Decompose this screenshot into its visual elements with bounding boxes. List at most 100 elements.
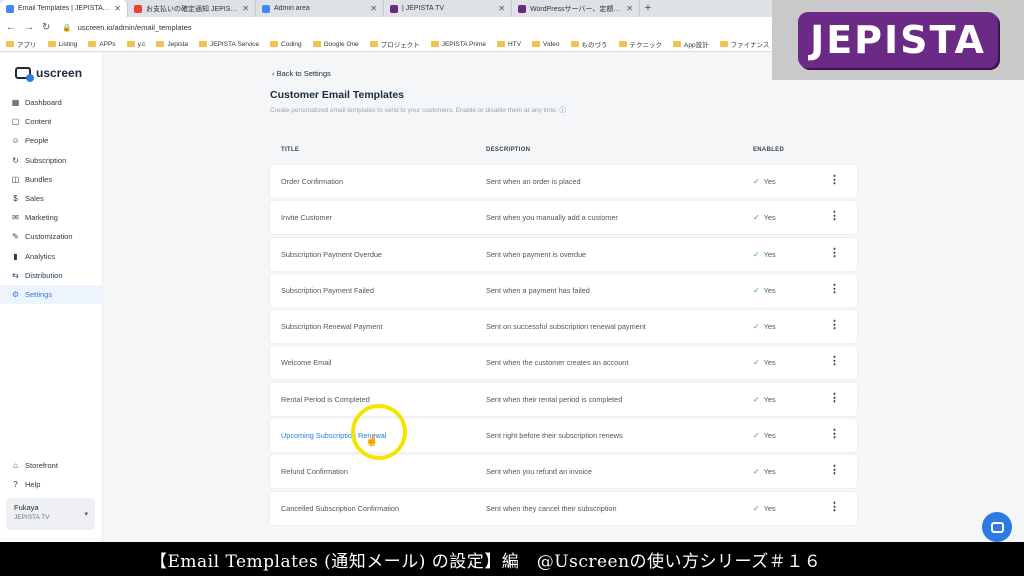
tab-favicon-icon: [390, 4, 398, 13]
chat-button[interactable]: [982, 512, 1012, 542]
browser-tab[interactable]: お支払いの確定通知 JEPISTA TV -✕: [128, 0, 256, 17]
table-row[interactable]: Order Confirmation Sent when an order is …: [270, 165, 857, 198]
bookmark-label: ファイナンス: [730, 42, 770, 49]
more-options-icon[interactable]: ⋮: [829, 391, 840, 406]
tab-close-icon[interactable]: ✕: [114, 4, 121, 13]
folder-icon: [618, 41, 627, 47]
template-description: Sent when a payment has failed: [486, 285, 590, 295]
bookmark-item[interactable]: Coding: [270, 41, 302, 48]
bookmark-label: プロジェクト: [380, 42, 420, 49]
sidebar-item-people[interactable]: ☺ People: [0, 131, 103, 150]
reload-icon[interactable]: ↻: [42, 22, 50, 33]
browser-tab[interactable]: | JEPISTA TV ✕: [384, 0, 512, 17]
sidebar-item-label: Storefront: [25, 461, 58, 471]
tab-close-icon[interactable]: ✕: [626, 4, 633, 13]
folder-icon: [369, 41, 378, 47]
account-switcher[interactable]: Fukaya JEPISTA TV ▾: [6, 498, 95, 530]
uscreen-logo[interactable]: uscreen: [15, 66, 82, 82]
back-arrow-icon[interactable]: ←: [6, 22, 16, 33]
table-row[interactable]: Subscription Payment Overdue Sent when pa…: [270, 237, 857, 271]
more-options-icon[interactable]: ⋮: [829, 427, 840, 442]
sidebar-item-analytics[interactable]: ▮ Analytics: [0, 247, 103, 266]
bookmark-item[interactable]: y.c: [126, 41, 145, 48]
template-title[interactable]: Subscription Renewal Payment: [281, 322, 382, 331]
folder-icon: [199, 41, 207, 47]
forward-arrow-icon[interactable]: →: [24, 22, 34, 33]
back-to-settings-link[interactable]: ‹ Back to Settings: [272, 69, 331, 78]
bookmark-item[interactable]: アプリ: [6, 39, 37, 49]
sidebar-item-settings[interactable]: ⚙ Settings: [0, 284, 103, 305]
sidebar-item-storefront[interactable]: ⌂ Storefront: [0, 456, 103, 475]
enabled-status: ✓ Yes: [753, 467, 776, 476]
bookmark-item[interactable]: Listing: [47, 41, 77, 48]
bookmark-item[interactable]: App設計: [673, 39, 709, 49]
bookmark-item[interactable]: Video: [532, 41, 560, 48]
browser-tab[interactable]: Email Templates | JEPISTA TV ✕: [0, 0, 128, 17]
bookmark-item[interactable]: Jepista: [156, 41, 188, 48]
table-row[interactable]: Subscription Payment Failed Sent when a p…: [270, 273, 857, 307]
sidebar-item-subscription[interactable]: ↻ Subscription: [0, 151, 103, 170]
tab-favicon-icon: [6, 4, 14, 13]
sidebar-item-distribution[interactable]: ⇆ Distribution: [0, 266, 103, 285]
tab-close-icon[interactable]: ✕: [498, 4, 505, 13]
url-field[interactable]: 🔒 uscreen.io/admin/email_templates: [62, 23, 191, 32]
sidebar-item-bundles[interactable]: ◫ Bundles: [0, 170, 103, 189]
bookmark-item[interactable]: Google One: [312, 41, 359, 48]
check-icon: ✓: [753, 358, 760, 368]
tab-close-icon[interactable]: ✕: [370, 4, 377, 13]
bookmark-item[interactable]: APPs: [88, 41, 116, 48]
more-options-icon[interactable]: ⋮: [829, 246, 840, 261]
tab-title: お支払いの確定通知 JEPISTA TV -: [146, 5, 239, 13]
sidebar-item-help[interactable]: ? Help: [0, 475, 103, 494]
folder-icon: [719, 41, 728, 47]
sidebar-item-customization[interactable]: ✎ Customization: [0, 227, 103, 246]
distribution-icon: ⇆: [12, 270, 19, 280]
template-title[interactable]: Refund Confirmation: [281, 467, 348, 476]
bookmark-item[interactable]: JEPISTA Prime: [430, 41, 486, 48]
more-options-icon[interactable]: ⋮: [829, 463, 840, 478]
bookmark-item[interactable]: ファイナンス: [719, 39, 770, 49]
sidebar-item-sales[interactable]: $ Sales: [0, 189, 103, 208]
template-title[interactable]: Invite Customer: [281, 213, 332, 222]
more-options-icon[interactable]: ⋮: [829, 354, 840, 369]
help-circle-icon[interactable]: ⓘ: [559, 107, 566, 114]
folder-icon: [430, 41, 439, 47]
more-options-icon[interactable]: ⋮: [829, 209, 840, 224]
bookmark-item[interactable]: ものづう: [570, 39, 608, 49]
bookmark-item[interactable]: JEPISTA Service: [199, 41, 259, 48]
folder-icon: [6, 41, 14, 47]
enabled-label: Yes: [763, 249, 776, 259]
template-title[interactable]: Subscription Payment Overdue: [281, 250, 382, 259]
template-title[interactable]: Welcome Email: [281, 358, 332, 367]
table-row[interactable]: Welcome Email Sent when the customer crea…: [270, 346, 857, 380]
tab-close-icon[interactable]: ✕: [242, 4, 249, 13]
check-icon: ✓: [753, 394, 760, 404]
browser-tab[interactable]: WordPressサーバー、定額制動画配 ✕: [512, 0, 640, 17]
table-row[interactable]: Refund Confirmation Sent when you refund …: [270, 455, 857, 489]
more-options-icon[interactable]: ⋮: [829, 173, 840, 188]
sidebar-item-content[interactable]: ▢ Content: [0, 112, 103, 131]
sidebar-item-label: Dashboard: [25, 98, 62, 108]
new-tab-button[interactable]: +: [640, 0, 656, 17]
browser-tab[interactable]: Admin area ✕: [256, 0, 384, 17]
template-description: Sent when you manually add a customer: [486, 213, 618, 223]
bookmark-item[interactable]: テクニック: [618, 39, 662, 49]
bookmark-label: Coding: [281, 40, 302, 48]
more-options-icon[interactable]: ⋮: [829, 282, 840, 297]
more-options-icon[interactable]: ⋮: [829, 318, 840, 333]
bundles-icon: ◫: [11, 174, 20, 184]
template-title[interactable]: Order Confirmation: [281, 177, 343, 186]
template-title[interactable]: Rental Period is Completed: [281, 395, 370, 404]
table-row[interactable]: Subscription Renewal Payment Sent on succ…: [270, 310, 857, 344]
table-row[interactable]: Invite Customer Sent when you manually ad…: [270, 201, 857, 235]
sidebar-bottom-nav: ⌂ Storefront? Help: [0, 456, 103, 494]
more-options-icon[interactable]: ⋮: [829, 500, 840, 515]
template-title[interactable]: Subscription Payment Failed: [281, 286, 374, 295]
sidebar-item-marketing[interactable]: ✉ Marketing: [0, 208, 103, 227]
bookmark-item[interactable]: HTV: [497, 41, 521, 48]
table-row[interactable]: Rental Period is Completed Sent when thei…: [270, 382, 857, 416]
template-title[interactable]: Cancelled Subscription Confirmation: [281, 504, 399, 513]
table-row[interactable]: Cancelled Subscription Confirmation Sent …: [270, 491, 857, 525]
bookmark-item[interactable]: プロジェクト: [369, 39, 420, 49]
sidebar-item-dashboard[interactable]: ▦ Dashboard: [0, 93, 103, 112]
